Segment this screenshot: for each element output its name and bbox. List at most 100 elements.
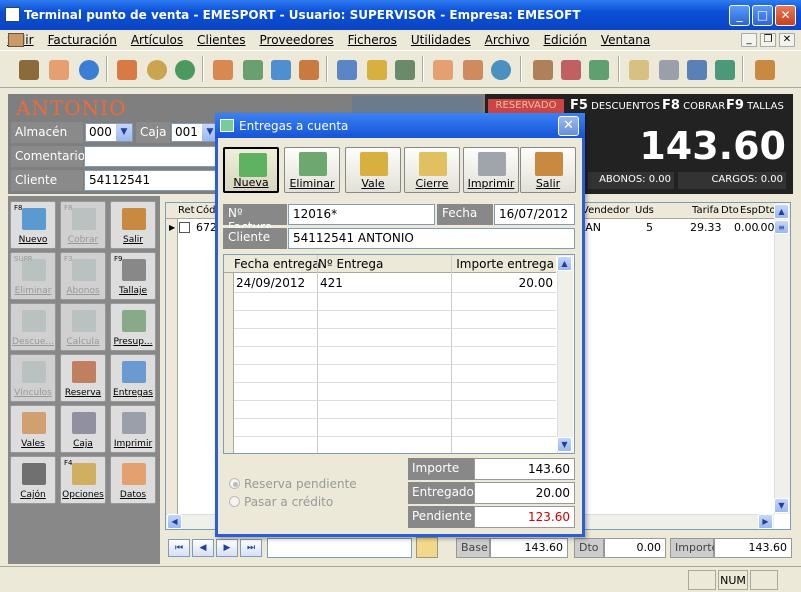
keypad-calcula-button[interactable]: Calcula [60, 303, 106, 351]
keypad-descue-button[interactable]: Descue... [10, 303, 56, 351]
toolbar-coins-button[interactable] [362, 55, 390, 83]
chevron-down-icon[interactable]: ▼ [116, 124, 132, 141]
menu-edicion[interactable]: Edición [536, 33, 593, 47]
toolbar-network-button[interactable] [682, 55, 710, 83]
salir-button[interactable]: Salir [520, 147, 576, 193]
keypad-vales-button[interactable]: Vales [10, 405, 56, 453]
status-bar: NUM [0, 566, 801, 592]
toolbar-edit-button[interactable] [624, 55, 652, 83]
toolbar-box-button[interactable] [294, 55, 322, 83]
keypad-cajn-button[interactable]: Cajón [10, 456, 56, 504]
scroll-up-icon[interactable]: ▲ [557, 256, 572, 271]
dialog-close-button[interactable]: ✕ [558, 116, 579, 136]
scroll-up-icon[interactable]: ▲ [774, 204, 789, 219]
toolbar-stock-button[interactable] [238, 55, 266, 83]
factura-field[interactable]: 12016* [288, 204, 435, 225]
fecha-field[interactable]: 16/07/2012 [494, 204, 575, 225]
menu-ventana[interactable]: Ventana [594, 33, 657, 47]
scroll-thumb[interactable]: ≡ [774, 220, 789, 234]
minimize-button[interactable]: _ [729, 5, 750, 26]
toolbar-monitor-button[interactable] [332, 55, 360, 83]
keypad-datos-button[interactable]: Datos [110, 456, 156, 504]
keypad-presup-button[interactable]: Presup... [110, 303, 156, 351]
nav-prev-button[interactable]: ◀ [192, 539, 214, 557]
pasar-credito-radio[interactable]: Pasar a crédito [229, 495, 333, 509]
cierre-button[interactable]: Cierre [404, 147, 460, 193]
toolbar-clients-button[interactable] [44, 55, 72, 83]
dialog-title-bar[interactable]: Entregas a cuenta [215, 113, 585, 138]
coins-icon [367, 60, 387, 80]
close-button[interactable]: ✕ [775, 5, 796, 26]
keypad-vnculos-button[interactable]: Vínculos [10, 354, 56, 402]
mdi-close-button[interactable]: ✕ [779, 33, 795, 47]
keypad-eliminar-button[interactable]: SUPR Eliminar [10, 252, 56, 300]
dialog-cliente-field[interactable]: 54112541 ANTONIO [288, 228, 575, 249]
vale-button[interactable]: Vale [345, 147, 401, 193]
toolbar-transfer-button[interactable] [266, 55, 294, 83]
search-icon[interactable] [416, 537, 438, 558]
nav-last-button[interactable]: ⏭ [240, 539, 262, 557]
comentario-input[interactable] [84, 146, 219, 167]
keypad-tallaje-button[interactable]: F9 Tallaje [110, 252, 156, 300]
scroll-left-icon[interactable]: ◀ [167, 514, 182, 529]
toolbar-home-button[interactable] [112, 55, 140, 83]
keypad-reserva-button[interactable]: Reserva [60, 354, 106, 402]
window-title-bar[interactable]: Terminal punto de venta - EMESPORT - Usu… [0, 0, 801, 30]
search-input[interactable] [267, 538, 412, 558]
f5-descuentos[interactable]: F5 DESCUENTOS [570, 98, 660, 113]
voucher-icon [360, 152, 388, 176]
nav-next-button[interactable]: ▶ [216, 539, 238, 557]
menu-articulos[interactable]: Artículos [124, 33, 190, 47]
toolbar-chart3-button[interactable] [584, 55, 612, 83]
toolbar-tpv-button[interactable] [14, 55, 42, 83]
keypad-salir-button[interactable]: Salir [110, 201, 156, 249]
toolbar-web-button[interactable] [74, 55, 102, 83]
menu-proveedores[interactable]: Proveedores [253, 33, 341, 47]
scroll-down-icon[interactable]: ▼ [774, 498, 789, 513]
mdi-restore-button[interactable]: ❐ [760, 33, 776, 47]
toolbar-store-button[interactable] [208, 55, 236, 83]
keypad-caja-button[interactable]: Caja [60, 405, 106, 453]
toolbar-clock-button[interactable] [142, 55, 170, 83]
nueva-button[interactable]: Nueva [223, 147, 279, 193]
toolbar-sync-button[interactable] [710, 55, 738, 83]
scroll-right-icon[interactable]: ▶ [758, 514, 773, 529]
toolbar-chart2-button[interactable] [556, 55, 584, 83]
mdi-doc-icon[interactable] [8, 33, 24, 47]
toolbar-users-button[interactable] [428, 55, 456, 83]
menu-archivo[interactable]: Archivo [478, 33, 537, 47]
menu-facturacion[interactable]: Facturación [41, 33, 124, 47]
nueva-label: Nueva [233, 176, 269, 189]
keypad-opciones-button[interactable]: F4 Opciones [60, 456, 106, 504]
toolbar-exit-button[interactable] [750, 55, 778, 83]
keypad-abonos-button[interactable]: F3 Abonos [60, 252, 106, 300]
toolbar-user-edit-button[interactable] [458, 55, 486, 83]
keypad-entregas-button[interactable]: Entregas [110, 354, 156, 402]
caja-select[interactable]: 001 ▼ [171, 123, 219, 142]
toolbar-globe2-button[interactable] [170, 55, 198, 83]
toolbar-print-button[interactable] [654, 55, 682, 83]
imprimir-button[interactable]: Imprimir [463, 147, 519, 193]
f8-cobrar[interactable]: F8 COBRAR [662, 98, 725, 113]
grid-vertical-scrollbar[interactable] [774, 203, 790, 514]
f9-tallas[interactable]: F9 TALLAS [726, 98, 784, 113]
reserva-pendiente-radio[interactable]: Reserva pendiente [229, 477, 357, 491]
cliente-input[interactable]: 54112541 [84, 170, 219, 191]
maximize-button[interactable]: □ [752, 5, 773, 26]
keypad-imprimir-button[interactable]: Imprimir [110, 405, 156, 453]
scroll-down-icon[interactable]: ▼ [557, 437, 572, 452]
keypad-cobrar-button[interactable]: F8 Cobrar [60, 201, 106, 249]
toolbar-calc-button[interactable] [390, 55, 418, 83]
nav-first-button[interactable]: ⏮ [168, 539, 190, 557]
menu-utilidades[interactable]: Utilidades [404, 33, 478, 47]
toolbar-user-web-button[interactable] [486, 55, 514, 83]
almacen-select[interactable]: 000 ▼ [85, 123, 133, 142]
mdi-minimize-button[interactable]: _ [741, 33, 757, 47]
entregas-vertical-scrollbar[interactable] [557, 255, 573, 453]
ret-checkbox[interactable] [179, 222, 190, 233]
menu-clientes[interactable]: Clientes [190, 33, 252, 47]
menu-ficheros[interactable]: Ficheros [341, 33, 404, 47]
toolbar-chart-button[interactable] [528, 55, 556, 83]
keypad-nuevo-button[interactable]: F8 Nuevo [10, 201, 56, 249]
eliminar-button[interactable]: Eliminar [284, 147, 340, 193]
